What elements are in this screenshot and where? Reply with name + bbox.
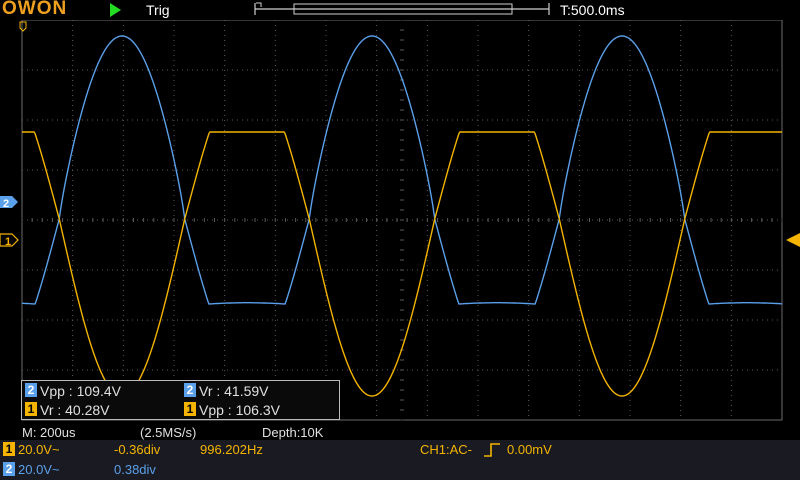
sample-rate: (2.5MS/s) xyxy=(140,425,197,440)
measurement-item: 2 Vr : 41.59V xyxy=(184,383,269,399)
ch1-offset: -0.36div xyxy=(114,442,161,457)
ch2-badge[interactable]: 2 xyxy=(3,462,15,476)
ch1-marker-label: 1 xyxy=(5,236,11,248)
measurement-panel: 2 Vpp : 109.4V 2 Vr : 41.59V 1 Vr : 40.28V … xyxy=(21,380,340,420)
ch1-waveform xyxy=(22,131,782,397)
play-icon[interactable] xyxy=(110,3,121,17)
measurement-item: 2 Vpp : 109.4V xyxy=(25,383,121,399)
ch1-badge: 1 xyxy=(25,402,37,416)
measurement-value: Vr : 40.28V xyxy=(40,402,110,418)
rising-edge-icon xyxy=(484,443,500,457)
trigger-level: 0.00mV xyxy=(507,442,552,457)
measurement-item: 1 Vpp : 106.3V xyxy=(184,402,280,418)
ch1-badge: 1 xyxy=(184,402,196,416)
ch1-scale[interactable]: 20.0V~ xyxy=(18,442,60,457)
acquisition-status: M: 200us (2.5MS/s) Depth:10K xyxy=(0,424,800,440)
ch1-frequency: 996.202Hz xyxy=(200,442,263,457)
ch2-scale[interactable]: 20.0V~ xyxy=(18,462,60,477)
ch2-badge: 2 xyxy=(25,383,37,397)
brand-logo: OWON xyxy=(2,0,68,19)
ch2-badge: 2 xyxy=(184,383,196,397)
ch2-level-marker[interactable]: 2 xyxy=(0,196,18,210)
memory-position-bar[interactable] xyxy=(254,2,550,16)
timebase-scale[interactable]: M: 200us xyxy=(22,425,75,440)
measurement-value: Vpp : 106.3V xyxy=(199,402,280,418)
trigger-position-marker[interactable] xyxy=(19,21,27,32)
trigger-level-marker[interactable] xyxy=(786,233,800,247)
measurement-item: 1 Vr : 40.28V xyxy=(25,402,110,418)
measurement-value: Vpp : 109.4V xyxy=(40,383,121,399)
timebase-position: T:500.0ms xyxy=(560,2,625,18)
ch1-badge[interactable]: 1 xyxy=(3,442,15,456)
ch2-marker-label: 2 xyxy=(3,198,9,210)
top-status-bar: OWON Trig T:500.0ms xyxy=(0,0,800,20)
ch1-level-marker[interactable]: 1 xyxy=(0,233,19,248)
trigger-status: Trig xyxy=(146,2,170,18)
channel-info-bar: 1 20.0V~ -0.36div 996.202Hz CH1:AC- 0.00… xyxy=(0,440,800,480)
memory-depth: Depth:10K xyxy=(262,425,324,440)
trigger-source[interactable]: CH1:AC- xyxy=(420,442,472,457)
measurement-value: Vr : 41.59V xyxy=(199,383,269,399)
ch2-offset: 0.38div xyxy=(114,462,156,477)
